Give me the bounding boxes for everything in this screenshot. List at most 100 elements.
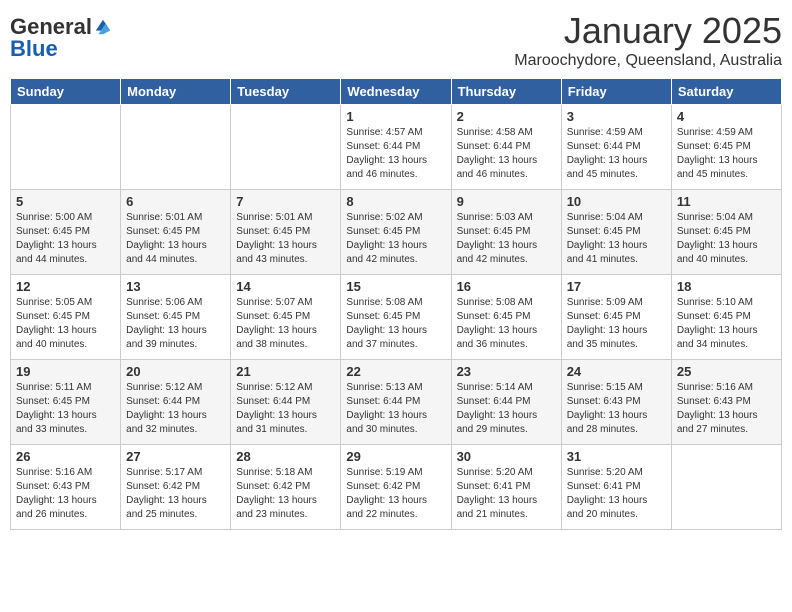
day-info: Sunrise: 5:09 AM Sunset: 6:45 PM Dayligh… [567, 296, 666, 352]
day-info: Sunrise: 5:01 AM Sunset: 6:45 PM Dayligh… [236, 211, 335, 267]
day-cell: 26 Sunrise: 5:16 AM Sunset: 6:43 PM Dayli… [11, 445, 121, 530]
day-info: Sunrise: 5:08 AM Sunset: 6:45 PM Dayligh… [346, 296, 445, 352]
day-number: 12 [16, 279, 115, 294]
day-info: Sunrise: 5:06 AM Sunset: 6:45 PM Dayligh… [126, 296, 225, 352]
day-number: 28 [236, 449, 335, 464]
day-number: 26 [16, 449, 115, 464]
day-number: 11 [677, 194, 776, 209]
day-number: 25 [677, 364, 776, 379]
day-number: 14 [236, 279, 335, 294]
day-number: 7 [236, 194, 335, 209]
day-info: Sunrise: 5:01 AM Sunset: 6:45 PM Dayligh… [126, 211, 225, 267]
day-cell: 8 Sunrise: 5:02 AM Sunset: 6:45 PM Daylig… [341, 190, 451, 275]
logo-blue: Blue [10, 36, 58, 61]
day-number: 22 [346, 364, 445, 379]
day-number: 13 [126, 279, 225, 294]
day-info: Sunrise: 5:16 AM Sunset: 6:43 PM Dayligh… [677, 381, 776, 437]
day-cell: 15 Sunrise: 5:08 AM Sunset: 6:45 PM Dayli… [341, 275, 451, 360]
day-cell: 7 Sunrise: 5:01 AM Sunset: 6:45 PM Daylig… [231, 190, 341, 275]
day-info: Sunrise: 5:04 AM Sunset: 6:45 PM Dayligh… [567, 211, 666, 267]
weekday-header-friday: Friday [561, 79, 671, 105]
week-row-3: 12 Sunrise: 5:05 AM Sunset: 6:45 PM Dayli… [11, 275, 782, 360]
week-row-1: 1 Sunrise: 4:57 AM Sunset: 6:44 PM Daylig… [11, 105, 782, 190]
weekday-header-saturday: Saturday [671, 79, 781, 105]
day-cell: 20 Sunrise: 5:12 AM Sunset: 6:44 PM Dayli… [121, 360, 231, 445]
day-cell: 21Sunrise: 5:12 AM Sunset: 6:44 PM Dayli… [231, 360, 341, 445]
day-cell [671, 445, 781, 530]
day-number: 1 [346, 109, 445, 124]
day-cell: 16Sunrise: 5:08 AM Sunset: 6:45 PM Dayli… [451, 275, 561, 360]
day-info: Sunrise: 5:04 AM Sunset: 6:45 PM Dayligh… [677, 211, 776, 267]
month-title: January 2025 [514, 10, 782, 52]
logo: General Blue [10, 10, 114, 62]
day-cell: 19Sunrise: 5:11 AM Sunset: 6:45 PM Dayli… [11, 360, 121, 445]
day-cell: 3Sunrise: 4:59 AM Sunset: 6:44 PM Daylig… [561, 105, 671, 190]
day-number: 31 [567, 449, 666, 464]
day-cell: 4Sunrise: 4:59 AM Sunset: 6:45 PM Daylig… [671, 105, 781, 190]
day-cell: 13 Sunrise: 5:06 AM Sunset: 6:45 PM Dayli… [121, 275, 231, 360]
day-cell: 28 Sunrise: 5:18 AM Sunset: 6:42 PM Dayli… [231, 445, 341, 530]
day-info: Sunrise: 5:07 AM Sunset: 6:45 PM Dayligh… [236, 296, 335, 352]
day-cell [11, 105, 121, 190]
day-cell: 30Sunrise: 5:20 AM Sunset: 6:41 PM Dayli… [451, 445, 561, 530]
day-cell: 31 Sunrise: 5:20 AM Sunset: 6:41 PM Dayli… [561, 445, 671, 530]
weekday-header-tuesday: Tuesday [231, 79, 341, 105]
day-number: 15 [346, 279, 445, 294]
day-cell: 11 Sunrise: 5:04 AM Sunset: 6:45 PM Dayli… [671, 190, 781, 275]
day-info: Sunrise: 5:02 AM Sunset: 6:45 PM Dayligh… [346, 211, 445, 267]
day-cell: 2 Sunrise: 4:58 AM Sunset: 6:44 PM Daylig… [451, 105, 561, 190]
location-title: Maroochydore, Queensland, Australia [514, 52, 782, 70]
day-number: 9 [457, 194, 556, 209]
day-number: 5 [16, 194, 115, 209]
weekday-header-thursday: Thursday [451, 79, 561, 105]
day-cell [121, 105, 231, 190]
day-cell: 27 Sunrise: 5:17 AM Sunset: 6:42 PM Dayli… [121, 445, 231, 530]
day-number: 4 [677, 109, 776, 124]
day-info: Sunrise: 4:58 AM Sunset: 6:44 PM Dayligh… [457, 126, 556, 182]
day-cell: 6 Sunrise: 5:01 AM Sunset: 6:45 PM Daylig… [121, 190, 231, 275]
day-info: Sunrise: 5:19 AM Sunset: 6:42 PM Dayligh… [346, 466, 445, 522]
day-cell: 14 Sunrise: 5:07 AM Sunset: 6:45 PM Dayli… [231, 275, 341, 360]
day-info: Sunrise: 4:57 AM Sunset: 6:44 PM Dayligh… [346, 126, 445, 182]
day-info: Sunrise: 5:03 AM Sunset: 6:45 PM Dayligh… [457, 211, 556, 267]
day-number: 27 [126, 449, 225, 464]
page-header: General Blue January 2025 Maroochydore, … [10, 10, 782, 70]
week-row-5: 26 Sunrise: 5:16 AM Sunset: 6:43 PM Dayli… [11, 445, 782, 530]
day-cell: 17Sunrise: 5:09 AM Sunset: 6:45 PM Dayli… [561, 275, 671, 360]
day-info: Sunrise: 5:20 AM Sunset: 6:41 PM Dayligh… [567, 466, 666, 522]
day-cell: 23Sunrise: 5:14 AM Sunset: 6:44 PM Dayli… [451, 360, 561, 445]
day-cell: 10 Sunrise: 5:04 AM Sunset: 6:45 PM Dayli… [561, 190, 671, 275]
day-info: Sunrise: 5:12 AM Sunset: 6:44 PM Dayligh… [236, 381, 335, 437]
day-number: 29 [346, 449, 445, 464]
day-info: Sunrise: 5:17 AM Sunset: 6:42 PM Dayligh… [126, 466, 225, 522]
day-cell: 1 Sunrise: 4:57 AM Sunset: 6:44 PM Daylig… [341, 105, 451, 190]
day-cell: 12 Sunrise: 5:05 AM Sunset: 6:45 PM Dayli… [11, 275, 121, 360]
day-cell: 29 Sunrise: 5:19 AM Sunset: 6:42 PM Dayli… [341, 445, 451, 530]
day-info: Sunrise: 5:05 AM Sunset: 6:45 PM Dayligh… [16, 296, 115, 352]
title-block: January 2025 Maroochydore, Queensland, A… [514, 10, 782, 70]
day-cell: 25 Sunrise: 5:16 AM Sunset: 6:43 PM Dayli… [671, 360, 781, 445]
day-cell [231, 105, 341, 190]
day-info: Sunrise: 5:11 AM Sunset: 6:45 PM Dayligh… [16, 381, 115, 437]
day-info: Sunrise: 5:15 AM Sunset: 6:43 PM Dayligh… [567, 381, 666, 437]
day-number: 18 [677, 279, 776, 294]
day-cell: 5Sunrise: 5:00 AM Sunset: 6:45 PM Daylig… [11, 190, 121, 275]
day-number: 2 [457, 109, 556, 124]
day-number: 10 [567, 194, 666, 209]
day-number: 24 [567, 364, 666, 379]
day-number: 23 [457, 364, 556, 379]
day-number: 20 [126, 364, 225, 379]
logo-icon [94, 18, 112, 36]
day-number: 3 [567, 109, 666, 124]
week-row-4: 19Sunrise: 5:11 AM Sunset: 6:45 PM Dayli… [11, 360, 782, 445]
weekday-header-wednesday: Wednesday [341, 79, 451, 105]
day-info: Sunrise: 5:18 AM Sunset: 6:42 PM Dayligh… [236, 466, 335, 522]
weekday-header-sunday: Sunday [11, 79, 121, 105]
day-info: Sunrise: 5:16 AM Sunset: 6:43 PM Dayligh… [16, 466, 115, 522]
day-info: Sunrise: 5:13 AM Sunset: 6:44 PM Dayligh… [346, 381, 445, 437]
day-cell: 9 Sunrise: 5:03 AM Sunset: 6:45 PM Daylig… [451, 190, 561, 275]
day-number: 6 [126, 194, 225, 209]
day-info: Sunrise: 5:12 AM Sunset: 6:44 PM Dayligh… [126, 381, 225, 437]
day-number: 8 [346, 194, 445, 209]
day-cell: 22 Sunrise: 5:13 AM Sunset: 6:44 PM Dayli… [341, 360, 451, 445]
